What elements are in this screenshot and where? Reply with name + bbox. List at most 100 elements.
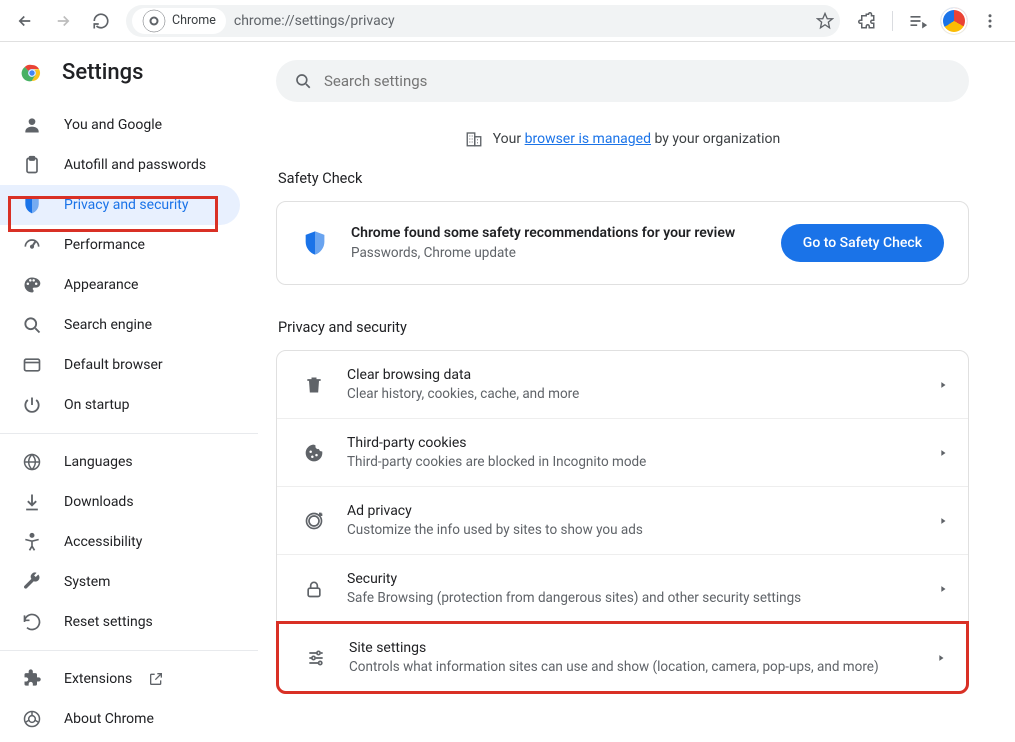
chevron-right-icon [938,380,948,390]
search-icon [294,72,312,90]
sidebar-separator [0,650,258,651]
sidebar-item-autofill[interactable]: Autofill and passwords [0,145,258,185]
palette-icon [22,275,42,295]
chevron-right-icon [938,584,948,594]
forward-button[interactable] [46,4,80,38]
row-sub: Safe Browsing (protection from dangerous… [347,590,916,606]
tune-icon [306,648,326,668]
bookmark-star-icon[interactable] [816,12,834,30]
settings-search-input[interactable] [324,72,951,90]
avatar-icon [941,8,967,34]
sidebar-item-label: Appearance [64,277,138,293]
extension-icon [22,669,42,689]
sidebar-item-search-engine[interactable]: Search engine [0,305,258,345]
sidebar-item-privacy[interactable]: Privacy and security [0,185,240,225]
globe-icon [22,452,42,472]
section-label-privacy: Privacy and security [278,319,969,336]
row-title: Ad privacy [347,503,916,519]
chip-label: Chrome [172,13,216,28]
chevron-right-icon [936,653,946,663]
sidebar-item-system[interactable]: System [0,562,258,602]
back-button[interactable] [8,4,42,38]
speedometer-icon [22,235,42,255]
browser-toolbar: Chrome chrome://settings/privacy [0,0,1015,42]
playlist-icon [908,11,928,31]
omnibox[interactable]: Chrome chrome://settings/privacy [126,5,840,37]
arrow-right-icon [54,12,72,30]
power-icon [22,395,42,415]
row-site-settings[interactable]: Site settings Controls what information s… [276,621,969,694]
sidebar-item-label: Autofill and passwords [64,157,206,173]
sidebar-item-appearance[interactable]: Appearance [0,265,258,305]
toolbar-divider [892,11,893,31]
chevron-right-icon [938,516,948,526]
sidebar-item-default-browser[interactable]: Default browser [0,345,258,385]
section-label-safety: Safety Check [278,170,969,187]
brand: Settings [0,60,258,105]
sidebar-item-reset[interactable]: Reset settings [0,602,258,642]
profile-button[interactable] [937,4,971,38]
sidebar-item-label: Default browser [64,357,163,373]
safety-check-button[interactable]: Go to Safety Check [781,224,944,262]
sidebar-item-label: Privacy and security [64,197,188,213]
sidebar-item-about[interactable]: About Chrome [0,699,258,739]
chrome-outline-icon [22,707,42,731]
sidebar-item-label: You and Google [64,117,162,133]
clipboard-icon [22,155,42,175]
sidebar-item-languages[interactable]: Languages [0,442,258,482]
sidebar-item-you-and-google[interactable]: You and Google [0,105,258,145]
search-icon [22,315,42,335]
safety-check-card: Chrome found some safety recommendations… [276,201,969,285]
person-icon [22,115,42,135]
sidebar-item-on-startup[interactable]: On startup [0,385,258,425]
row-clear-browsing-data[interactable]: Clear browsing data Clear history, cookie… [277,351,968,418]
sidebar-item-performance[interactable]: Performance [0,225,258,265]
managed-banner: Your browser is managed by your organiza… [276,130,969,148]
row-ad-privacy[interactable]: Ad privacyCustomize the info used by sit… [277,486,968,554]
accessibility-icon [22,532,42,552]
media-controls-button[interactable] [901,4,935,38]
shield-icon [22,195,42,215]
sidebar-item-accessibility[interactable]: Accessibility [0,522,258,562]
wrench-icon [22,572,42,592]
sidebar-item-label: Search engine [64,317,152,333]
safety-title: Chrome found some safety recommendations… [351,225,759,241]
cookie-icon [304,443,324,463]
sidebar-item-downloads[interactable]: Downloads [0,482,258,522]
sidebar-item-label: Downloads [64,494,134,510]
settings-search[interactable] [276,60,969,102]
trash-icon [304,375,324,395]
sidebar-item-label: On startup [64,397,130,413]
url-text: chrome://settings/privacy [234,13,816,29]
row-title: Clear browsing data [347,367,916,383]
sidebar-item-extensions[interactable]: Extensions [0,659,258,699]
row-title: Third-party cookies [347,435,916,451]
building-icon [465,130,483,148]
lock-icon [304,579,324,599]
restore-icon [22,612,42,632]
reload-icon [92,12,110,30]
sidebar-item-label: Reset settings [64,614,153,630]
download-icon [22,492,42,512]
managed-suffix: by your organization [651,131,780,147]
row-third-party-cookies[interactable]: Third-party cookies Third-party cookies a… [277,418,968,486]
row-security[interactable]: SecuritySafe Browsing (protection from d… [277,554,968,622]
managed-link[interactable]: browser is managed [525,131,651,147]
row-sub: Controls what information sites can use … [349,659,914,675]
main-panel: Your browser is managed by your organiza… [258,42,1015,742]
sidebar-item-label: Languages [64,454,133,470]
extensions-toolbar-button[interactable] [850,4,884,38]
sidebar-item-label: System [64,574,110,590]
kebab-icon [981,12,999,30]
sidebar-item-label: Performance [64,237,145,253]
reload-button[interactable] [84,4,118,38]
managed-prefix: Your [493,131,525,147]
row-sub: Clear history, cookies, cache, and more [347,386,916,402]
row-title: Site settings [349,640,914,656]
external-link-icon [148,671,164,687]
chrome-menu-button[interactable] [973,4,1007,38]
row-sub: Third-party cookies are blocked in Incog… [347,454,916,470]
sidebar-item-label: About Chrome [64,711,154,727]
chevron-right-icon [938,448,948,458]
puzzle-icon [858,12,876,30]
